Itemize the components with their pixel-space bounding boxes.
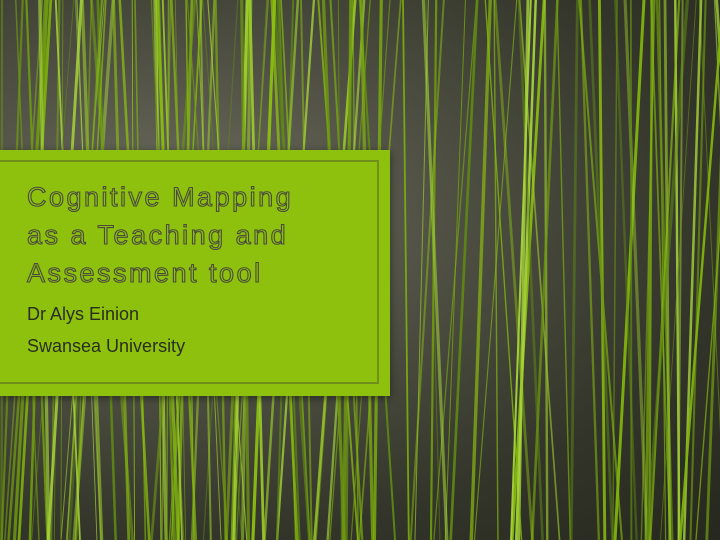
decorative-stripe [629, 0, 633, 540]
decorative-stripe [402, 0, 410, 540]
title-line: Cognitive Mapping [26, 181, 294, 212]
title-line: Assessment tool [26, 257, 263, 288]
decorative-stripe [493, 0, 499, 540]
author-name: Dr Alys Einion [27, 304, 140, 324]
slide-title: Cognitive Mapping as a Teaching and Asse… [26, 178, 357, 292]
author-affiliation: Swansea University [27, 336, 186, 356]
decorative-stripe [579, 0, 601, 540]
slide: Cognitive Mapping as a Teaching and Asse… [0, 0, 720, 540]
title-line: as a Teaching and [26, 219, 289, 250]
decorative-stripe [484, 0, 523, 540]
decorative-stripe [556, 0, 571, 540]
slide-subtitle: Dr Alys Einion Swansea University [27, 298, 357, 362]
decorative-stripe [569, 0, 579, 540]
